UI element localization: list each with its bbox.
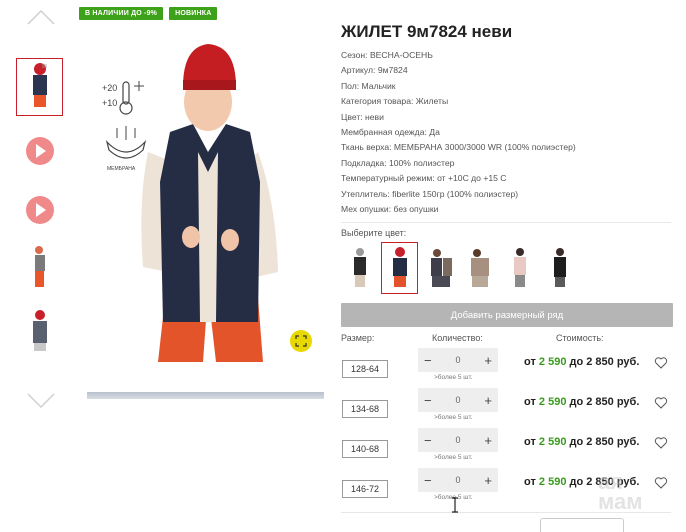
product-specs: Сезон: ВЕСНА-ОСЕНЬ Артикул: 9м7824 Пол: … [341,48,576,217]
color-variant-image [513,248,526,287]
bottom-button[interactable] [540,518,624,532]
color-option-2[interactable] [381,242,418,294]
color-option-4[interactable] [461,242,498,294]
boy-vest-thumbnail-image [32,63,47,107]
minus-button[interactable]: − [424,353,432,368]
spec-season: Сезон: ВЕСНА-ОСЕНЬ [341,50,433,60]
plus-button[interactable]: + [484,353,492,368]
availability-text: >более 5 шт. [434,374,473,381]
new-badge: НОВИНКА [169,7,218,20]
color-option-6[interactable] [541,242,578,294]
temperature-icon: +20 +10 [102,81,144,115]
heart-icon[interactable] [654,476,668,490]
quantity-stepper: − 0 + [418,428,498,452]
quantity-stepper: − 0 + [418,468,498,492]
size-label: 146-72 [342,480,388,498]
color-variant-image [392,247,407,287]
size-label: 140-68 [342,440,388,458]
product-title: ЖИЛЕТ 9м7824 неви [341,22,513,41]
zoom-icon[interactable] [290,330,312,352]
divider [341,222,671,223]
size-column-header: Размер: [341,333,375,343]
quantity-value[interactable]: 0 [455,435,460,445]
size-row: 134-68 − 0 + >более 5 шт. от 2 590 до 2 … [341,388,673,428]
minus-button[interactable]: − [424,393,432,408]
badges: В НАЛИЧИИ ДО -9% НОВИНКА [79,7,218,20]
add-size-row-button[interactable]: Добавить размерный ряд [341,303,673,327]
svg-text:МЕМБРАНА: МЕМБРАНА [107,166,136,172]
spec-fur: Мех опушки: без опушки [341,203,439,214]
thumbnail-photo-1[interactable] [16,58,63,116]
spec-color: Цвет: неви [341,111,384,122]
quantity-stepper: − 0 + [418,388,498,412]
cost-column-header: Стоимость: [556,333,604,343]
quantity-value[interactable]: 0 [455,355,460,365]
color-option-1[interactable] [341,242,378,294]
price-text: от 2 590 до 2 850 руб. [524,396,640,408]
quantity-stepper: − 0 + [418,348,498,372]
heart-icon[interactable] [654,396,668,410]
minus-button[interactable]: − [424,473,432,488]
spec-article: Артикул: 9м7824 [341,65,408,76]
chevron-up-icon[interactable] [26,8,56,26]
heart-icon[interactable] [654,356,668,370]
chevron-down-icon[interactable] [26,392,56,410]
size-label: 128-64 [342,360,388,378]
color-variant-image [353,248,366,287]
spec-membrane: Мембранная одежда: Да [341,126,440,137]
price-text: от 2 590 до 2 850 руб. [524,356,640,368]
play-icon [25,137,54,165]
play-icon [25,196,54,224]
heart-icon[interactable] [654,436,668,450]
membrane-icon: МЕМБРАНА [105,126,147,172]
size-label: 134-68 [342,400,388,418]
spec-temperature: Температурный режим: от +10С до +15 С [341,173,507,184]
plus-button[interactable]: + [484,473,492,488]
availability-text: >более 5 шт. [434,454,473,461]
svg-text:+10: +10 [102,98,117,108]
color-variant-image [553,248,566,287]
price-text: от 2 590 до 2 850 руб. [524,436,640,448]
spec-insulation: Утеплитель: fiberlite 150гр (100% полиэс… [341,188,519,199]
size-row: 128-64 − 0 + >более 5 шт. от 2 590 до 2 … [341,348,673,388]
color-variant-image [470,249,489,287]
spec-category: Категория товара: Жилеты [341,96,449,107]
quantity-value[interactable]: 0 [455,475,460,485]
thumbnail-photo-3[interactable] [16,305,63,363]
qty-column-header: Количество: [432,333,483,343]
spec-lining: Подкладка: 100% полиэстер [341,157,455,168]
color-label: Выберите цвет: [341,228,407,238]
watermark-logo: ая мам [598,469,643,514]
minus-button[interactable]: − [424,433,432,448]
color-option-5[interactable] [501,242,538,294]
text-cursor-icon [452,497,458,513]
color-option-3[interactable] [421,242,458,294]
quantity-value[interactable]: 0 [455,395,460,405]
plus-button[interactable]: + [484,393,492,408]
stock-badge: В НАЛИЧИИ ДО -9% [79,7,164,20]
plus-button[interactable]: + [484,433,492,448]
color-options [341,242,578,294]
thumbnail-photo-2[interactable] [16,242,63,300]
photo-scrollbar[interactable] [87,392,324,399]
thumbnail-gallery [10,0,70,527]
thumbnail-video-1[interactable] [16,122,63,180]
boy-back-thumbnail-image [32,310,47,351]
thumbnail-video-2[interactable] [16,181,63,239]
size-row: 140-68 − 0 + >более 5 шт. от 2 590 до 2 … [341,428,673,468]
spec-fabric: Ткань верха: МЕМБРАНА 3000/3000 WR (100%… [341,142,576,153]
spec-gender: Пол: Мальчик [341,80,396,91]
color-variant-image [430,249,452,287]
svg-text:+20: +20 [102,83,117,93]
boy-side-thumbnail-image [34,246,45,287]
availability-text: >более 5 шт. [434,414,473,421]
